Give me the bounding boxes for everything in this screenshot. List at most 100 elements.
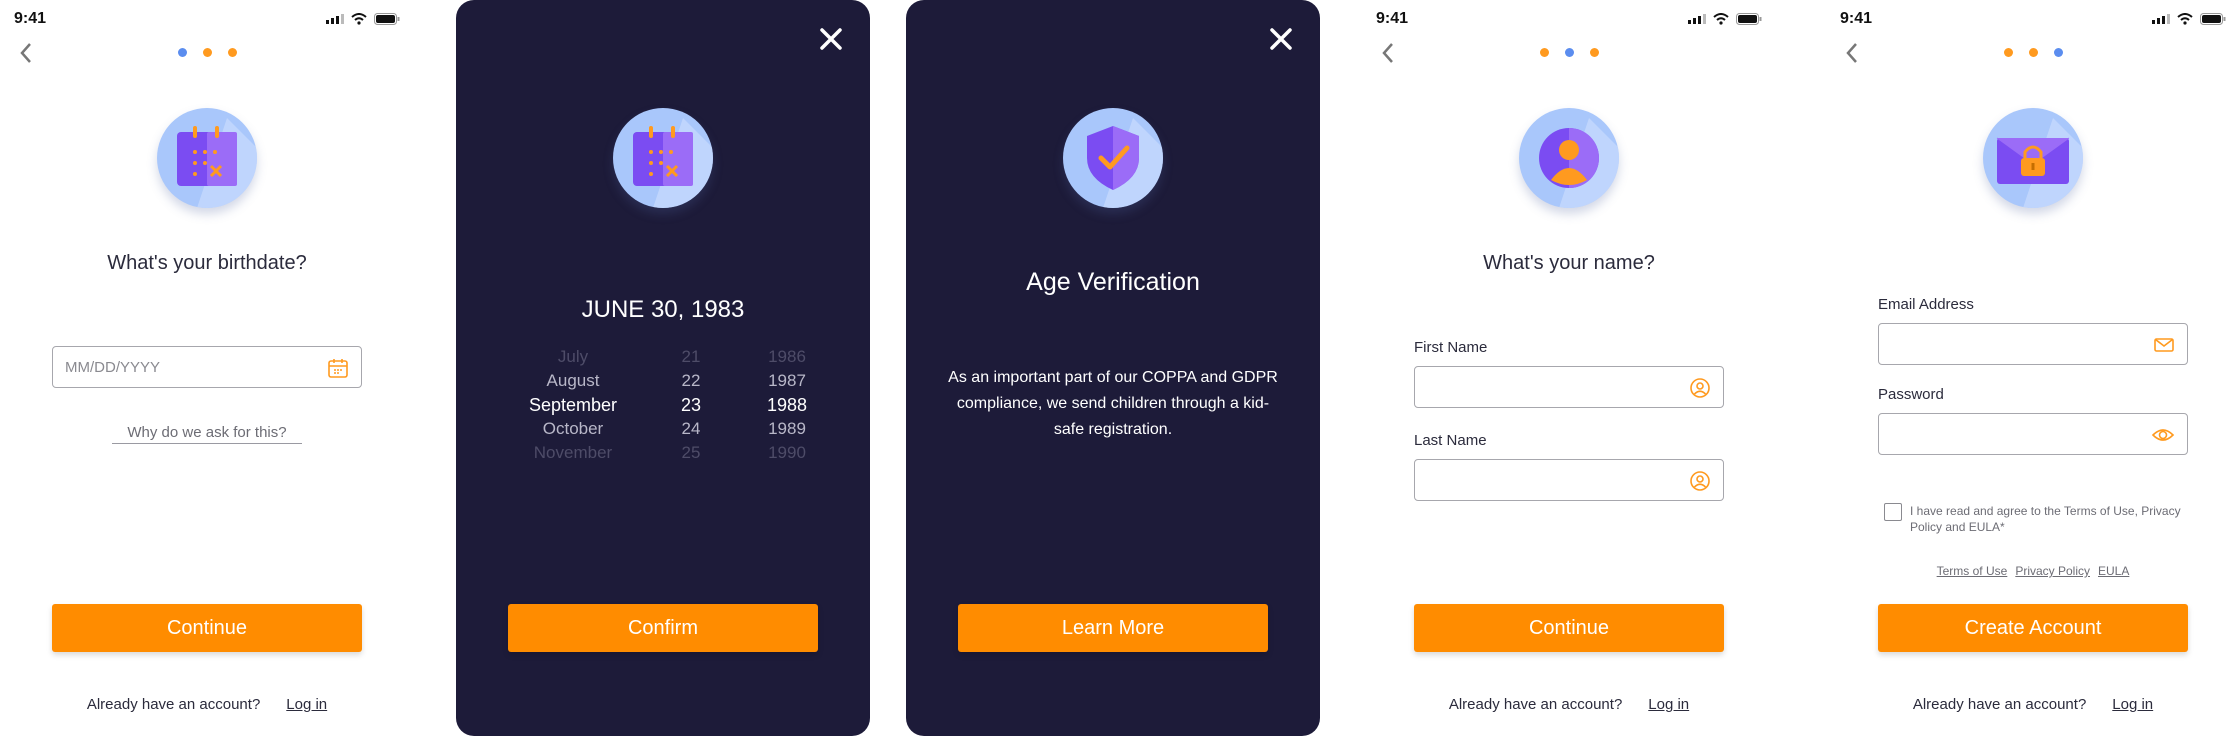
- status-time: 9:41: [1376, 10, 1409, 27]
- first-name-input[interactable]: [1415, 367, 1686, 407]
- age-description: As an important part of our COPPA and GD…: [936, 365, 1290, 443]
- age-description-line: As an important part of our COPPA and GD…: [948, 369, 1278, 386]
- wheel-option[interactable]: 1987: [752, 369, 822, 393]
- eula-link[interactable]: EULA: [2098, 564, 2129, 578]
- first-name-label: First Name: [1414, 339, 1488, 356]
- email-field[interactable]: [1878, 323, 2188, 365]
- wheel-option[interactable]: 22: [666, 369, 716, 393]
- password-input[interactable]: [1879, 414, 2150, 454]
- close-icon[interactable]: [1264, 22, 1298, 56]
- already-account-text: Already have an account?: [86, 696, 261, 713]
- last-name-input[interactable]: [1415, 460, 1686, 500]
- terms-line: I have read and agree to the Terms of Us…: [1910, 504, 2181, 518]
- last-name-field[interactable]: [1414, 459, 1724, 501]
- wifi-icon: [2177, 13, 2193, 25]
- continue-button[interactable]: Continue: [52, 604, 362, 652]
- wheel-option[interactable]: August: [508, 369, 638, 393]
- user-avatar-icon: [1539, 118, 1619, 208]
- status-bar: 9:41: [14, 10, 400, 32]
- wheel-option[interactable]: 1990: [752, 441, 822, 465]
- close-icon[interactable]: [814, 22, 848, 56]
- wheel-option-selected[interactable]: 1988: [752, 393, 822, 417]
- wheel-option[interactable]: November: [508, 441, 638, 465]
- signal-icon: [2152, 14, 2170, 24]
- selected-date: JUNE 30, 1983: [581, 296, 745, 323]
- locked-envelope-icon: [1996, 118, 2083, 208]
- wheel-option[interactable]: July: [508, 345, 638, 369]
- password-field[interactable]: [1878, 413, 2188, 455]
- birthdate-field[interactable]: [52, 346, 362, 388]
- already-account-text: Already have an account?: [1912, 696, 2087, 713]
- already-account-text: Already have an account?: [1448, 696, 1623, 713]
- wifi-icon: [1713, 13, 1729, 25]
- name-question: What's your name?: [1483, 252, 1655, 274]
- status-bar: 9:41: [1840, 10, 2226, 32]
- privacy-policy-link[interactable]: Privacy Policy: [2015, 564, 2090, 578]
- progress-dot: [2004, 48, 2013, 57]
- shield-check-icon: [1087, 118, 1163, 208]
- wheel-option[interactable]: 24: [666, 417, 716, 441]
- wheel-option-selected[interactable]: September: [508, 393, 638, 417]
- terms-of-use-link[interactable]: Terms of Use: [1937, 564, 2008, 578]
- create-account-button[interactable]: Create Account: [1878, 604, 2188, 652]
- status-icons: [326, 13, 400, 25]
- status-time: 9:41: [14, 10, 47, 27]
- progress-dot-active: [178, 48, 187, 57]
- login-link[interactable]: Log in: [2112, 696, 2153, 713]
- signal-icon: [1688, 14, 1706, 24]
- login-link[interactable]: Log in: [1648, 696, 1689, 713]
- back-chevron-icon[interactable]: [1378, 40, 1400, 66]
- user-circle-icon: [1690, 471, 1710, 491]
- eye-icon[interactable]: [2151, 424, 2175, 446]
- login-link[interactable]: Log in: [286, 696, 327, 713]
- status-time: 9:41: [1840, 10, 1873, 27]
- status-bar: 9:41: [1376, 10, 1762, 32]
- login-prompt: Already have an account? Log in: [1826, 696, 2240, 713]
- month-wheel[interactable]: July August September October November: [508, 345, 638, 465]
- terms-checkbox[interactable]: [1884, 503, 1902, 521]
- login-prompt: Already have an account? Log in: [0, 696, 414, 713]
- terms-agreement-text: I have read and agree to the Terms of Us…: [1910, 503, 2210, 535]
- email-input[interactable]: [1879, 324, 2150, 364]
- last-name-label: Last Name: [1414, 432, 1487, 449]
- progress-dots: [1540, 48, 1599, 57]
- birthdate-question: What's your birthdate?: [107, 252, 307, 274]
- user-badge: [1519, 108, 1619, 208]
- back-chevron-icon[interactable]: [16, 40, 38, 66]
- wheel-option[interactable]: 25: [666, 441, 716, 465]
- calendar-icon: [633, 118, 713, 208]
- progress-dot: [203, 48, 212, 57]
- name-screen: 9:41 What's your name? First Name Last N…: [1362, 0, 1776, 736]
- wheel-option[interactable]: 1986: [752, 345, 822, 369]
- status-icons: [2152, 13, 2226, 25]
- calendar-badge: [157, 108, 257, 208]
- envelope-badge: [1983, 108, 2083, 208]
- progress-dot: [228, 48, 237, 57]
- battery-icon: [374, 13, 400, 25]
- user-circle-icon: [1690, 378, 1710, 398]
- calendar-badge: [613, 108, 713, 208]
- shield-badge: [1063, 108, 1163, 208]
- year-wheel[interactable]: 1986 1987 1988 1989 1990: [752, 345, 822, 465]
- battery-icon: [1736, 13, 1762, 25]
- learn-more-button[interactable]: Learn More: [958, 604, 1268, 652]
- continue-button[interactable]: Continue: [1414, 604, 1724, 652]
- wifi-icon: [351, 13, 367, 25]
- birthdate-input[interactable]: [53, 347, 324, 387]
- battery-icon: [2200, 13, 2226, 25]
- progress-dot-active: [1565, 48, 1574, 57]
- email-label: Email Address: [1878, 296, 1974, 313]
- wheel-option[interactable]: 21: [666, 345, 716, 369]
- calendar-small-icon[interactable]: [327, 357, 349, 379]
- wheel-option[interactable]: 1989: [752, 417, 822, 441]
- day-wheel[interactable]: 21 22 23 24 25: [666, 345, 716, 465]
- back-chevron-icon[interactable]: [1842, 40, 1864, 66]
- create-account-screen: 9:41 Email Address Password I have read …: [1826, 0, 2240, 736]
- why-ask-link[interactable]: Why do we ask for this?: [112, 424, 302, 444]
- progress-dots: [2004, 48, 2063, 57]
- terms-line: Policy and EULA*: [1910, 520, 2005, 534]
- confirm-button[interactable]: Confirm: [508, 604, 818, 652]
- wheel-option-selected[interactable]: 23: [666, 393, 716, 417]
- first-name-field[interactable]: [1414, 366, 1724, 408]
- wheel-option[interactable]: October: [508, 417, 638, 441]
